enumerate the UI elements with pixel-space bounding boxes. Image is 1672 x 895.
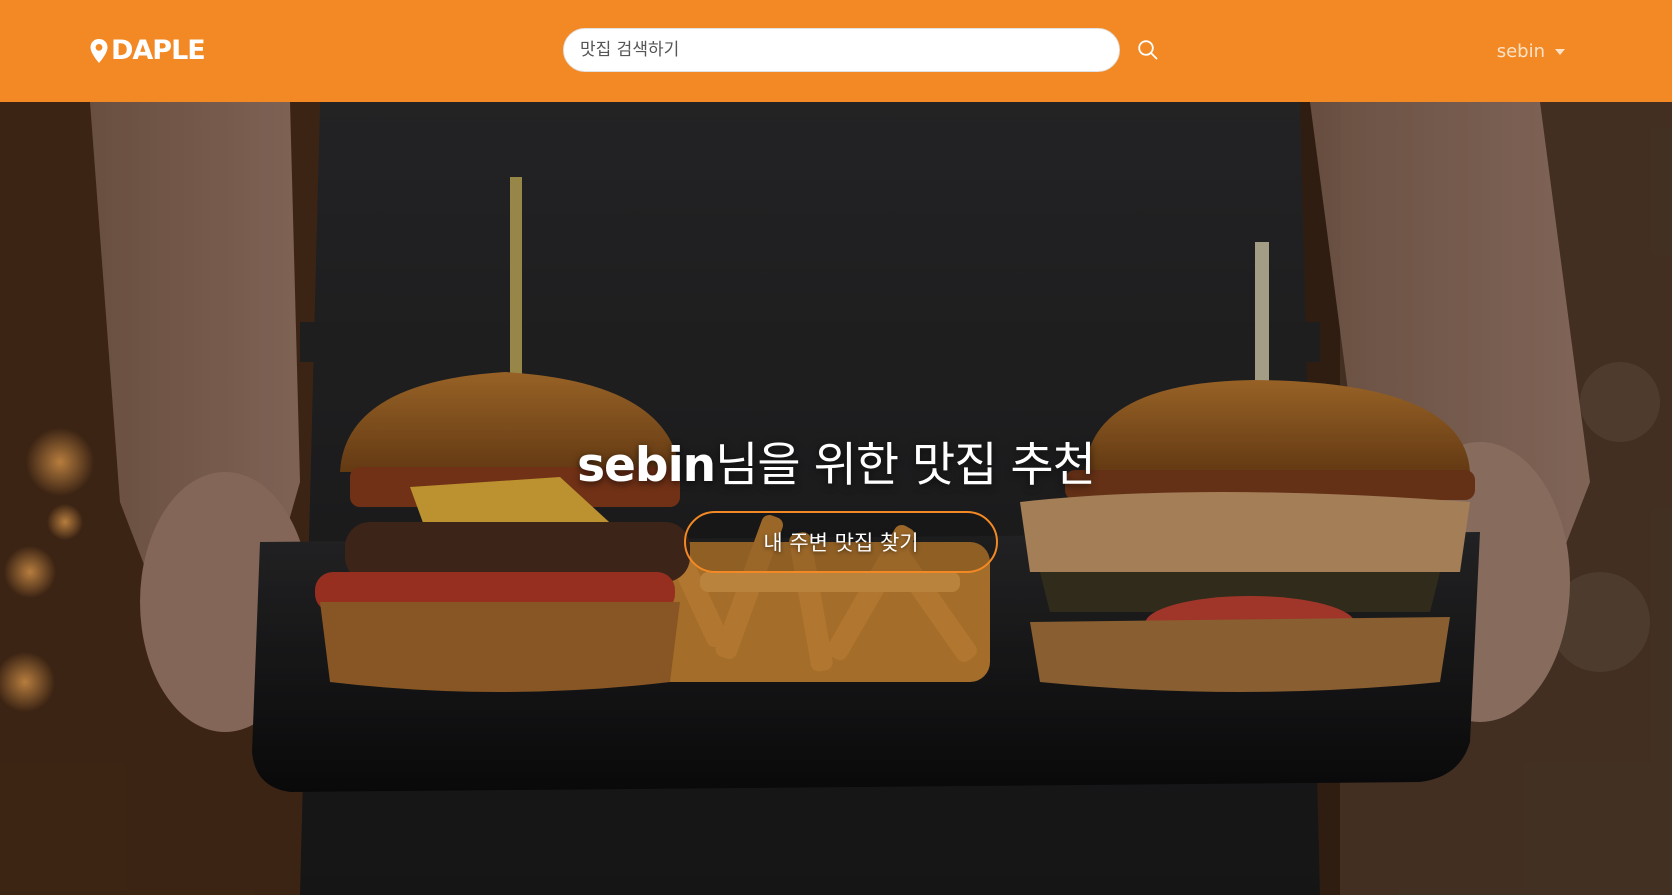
search-icon: [1138, 40, 1158, 60]
search-input[interactable]: [563, 28, 1120, 72]
hero-title-username: sebin: [577, 438, 716, 493]
find-nearby-restaurants-button[interactable]: 내 주변 맛집 찾기: [684, 511, 998, 573]
hero-title: sebin님을 위한 맛집 추천: [0, 426, 1672, 495]
top-navbar: DAPLE sebin: [0, 0, 1672, 102]
hero-title-text: 님을 위한 맛집 추천: [715, 438, 1096, 493]
logo-text: DAPLE: [111, 35, 206, 66]
user-name: sebin: [1496, 40, 1545, 62]
logo-link[interactable]: DAPLE: [89, 34, 206, 68]
search-button[interactable]: [1135, 37, 1161, 63]
caret-down-icon: [1555, 49, 1565, 55]
hero-dim-overlay: [0, 102, 1672, 895]
hero-section: sebin님을 위한 맛집 추천 내 주변 맛집 찾기: [0, 102, 1672, 895]
location-pin-icon: [90, 39, 108, 63]
user-menu-dropdown[interactable]: sebin: [1497, 36, 1565, 66]
find-nearby-restaurants-label: 내 주변 맛집 찾기: [763, 531, 919, 555]
